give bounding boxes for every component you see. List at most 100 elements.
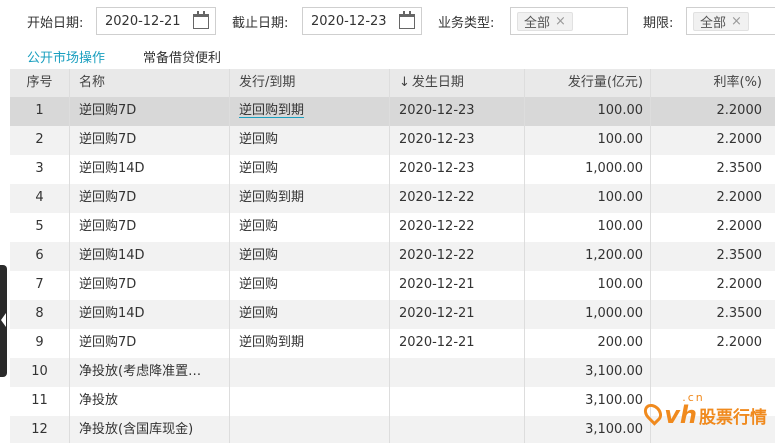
- end-date-input[interactable]: 2020-12-23: [302, 7, 422, 35]
- cell-date: 2020-12-22: [390, 242, 525, 271]
- cell-name: 逆回购14D: [70, 300, 230, 329]
- cell-issue-maturity: 逆回购: [230, 126, 390, 155]
- cell-amount: 100.00: [525, 126, 651, 155]
- calendar-icon[interactable]: [399, 11, 415, 29]
- cell-index: 1: [10, 97, 70, 126]
- issue-maturity-link[interactable]: 逆回购到期: [239, 103, 304, 118]
- cell-index: 2: [10, 126, 70, 155]
- header-name[interactable]: 名称: [70, 69, 230, 97]
- table-row[interactable]: 10 净投放(考虑降准置… 3,100.00: [10, 358, 775, 387]
- table-row[interactable]: 7 逆回购7D 逆回购 2020-12-21 100.00 2.2000: [10, 271, 775, 300]
- term-tag: 全部 ×: [693, 12, 749, 31]
- business-type-select[interactable]: 全部 ×: [510, 7, 628, 35]
- cell-issue-maturity: 逆回购到期: [230, 97, 390, 126]
- term-label: 期限:: [643, 16, 674, 31]
- cell-amount: 100.00: [525, 271, 651, 300]
- table-row[interactable]: 1 逆回购7D 逆回购到期 2020-12-23 100.00 2.2000: [10, 97, 775, 126]
- table-row[interactable]: 2 逆回购7D 逆回购 2020-12-23 100.00 2.2000: [10, 126, 775, 155]
- cell-date: 2020-12-23: [390, 97, 525, 126]
- business-type-label: 业务类型:: [438, 16, 495, 31]
- watermark-text: 股票行情: [699, 408, 767, 428]
- cell-name: 净投放(考虑降准置…: [70, 358, 230, 387]
- cell-rate: 2.2000: [716, 190, 763, 205]
- cell-issue-maturity: 逆回购: [230, 271, 390, 300]
- cell-issue-maturity: [230, 416, 390, 443]
- table-row[interactable]: 9 逆回购7D 逆回购到期 2020-12-21 200.00 2.2000: [10, 329, 775, 358]
- cell-date: 2020-12-22: [390, 213, 525, 242]
- cell-name: 逆回购7D: [70, 213, 230, 242]
- cell-issue-maturity: [230, 358, 390, 387]
- watermark-logo: vh .cn 股票行情: [640, 391, 767, 429]
- location-pin-icon: [640, 400, 666, 426]
- cell-date: 2020-12-21: [390, 271, 525, 300]
- cell-index: 10: [10, 358, 70, 387]
- cell-amount: 1,000.00: [525, 300, 651, 329]
- cell-name: 逆回购7D: [70, 184, 230, 213]
- panel-collapse-handle[interactable]: [0, 265, 7, 377]
- cell-index: 12: [10, 416, 70, 443]
- cell-rate: 2.3500: [716, 248, 763, 263]
- start-date-input[interactable]: 2020-12-21: [96, 7, 216, 35]
- table-row[interactable]: 6 逆回购14D 逆回购 2020-12-22 1,200.00 2.3500: [10, 242, 775, 271]
- cell-name: 逆回购7D: [70, 329, 230, 358]
- cell-amount: 3,100.00: [525, 358, 651, 387]
- table-row[interactable]: 4 逆回购7D 逆回购到期 2020-12-22 100.00 2.2000: [10, 184, 775, 213]
- cell-issue-maturity: 逆回购: [230, 155, 390, 184]
- cell-issue-maturity: 逆回购: [230, 300, 390, 329]
- cell-name: 逆回购7D: [70, 97, 230, 126]
- cell-date: [390, 358, 525, 387]
- close-icon[interactable]: ×: [731, 14, 742, 29]
- filter-bar: 开始日期: 2020-12-21 截止日期: 2020-12-23 业务类型: …: [0, 0, 775, 40]
- close-icon[interactable]: ×: [555, 14, 566, 29]
- cell-amount: 1,200.00: [525, 242, 651, 271]
- cell-issue-maturity: 逆回购: [230, 213, 390, 242]
- cell-amount: 100.00: [525, 97, 651, 126]
- cell-index: 8: [10, 300, 70, 329]
- end-date-value: 2020-12-23: [311, 14, 387, 29]
- table-row[interactable]: 8 逆回购14D 逆回购 2020-12-21 1,000.00 2.3500: [10, 300, 775, 329]
- tab-standing-lending[interactable]: 常备借贷便利: [143, 47, 221, 66]
- cell-rate: 2.2000: [716, 219, 763, 234]
- term-select[interactable]: 全部 ×: [686, 7, 775, 35]
- cell-rate: 2.2000: [716, 335, 763, 350]
- cell-name: 净投放(含国库现金): [70, 416, 230, 443]
- header-issue-maturity[interactable]: 发行/到期: [230, 69, 390, 97]
- end-date-label: 截止日期:: [232, 16, 289, 31]
- cell-issue-maturity: 逆回购到期: [230, 184, 390, 213]
- cell-name: 逆回购14D: [70, 242, 230, 271]
- cell-issue-maturity: 逆回购到期: [230, 329, 390, 358]
- cell-amount: 3,100.00: [525, 387, 651, 416]
- start-date-label: 开始日期:: [27, 16, 84, 31]
- start-date-value: 2020-12-21: [105, 14, 181, 29]
- cell-issue-maturity: 逆回购: [230, 242, 390, 271]
- business-type-tag-label: 全部: [524, 16, 551, 31]
- cell-rate: 2.2000: [716, 132, 763, 147]
- cell-index: 5: [10, 213, 70, 242]
- header-index[interactable]: 序号: [10, 69, 70, 97]
- cell-index: 11: [10, 387, 70, 416]
- cell-date: [390, 416, 525, 443]
- header-rate[interactable]: 利率(%): [651, 69, 775, 97]
- cell-date: 2020-12-21: [390, 300, 525, 329]
- table-row[interactable]: 3 逆回购14D 逆回购 2020-12-23 1,000.00 2.3500: [10, 155, 775, 184]
- cell-date: 2020-12-21: [390, 329, 525, 358]
- table-row[interactable]: 5 逆回购7D 逆回购 2020-12-22 100.00 2.2000: [10, 213, 775, 242]
- header-date[interactable]: ↓ 发生日期: [390, 69, 525, 97]
- cell-rate: 2.2000: [716, 103, 763, 118]
- header-amount[interactable]: 发行量(亿元): [525, 69, 651, 97]
- term-tag-label: 全部: [700, 16, 727, 31]
- header-date-label: 发生日期: [411, 75, 464, 90]
- cell-rate: 2.2000: [716, 277, 763, 292]
- watermark-vh: vh: [664, 401, 697, 429]
- sort-desc-icon: ↓: [399, 75, 410, 90]
- cell-name: 逆回购7D: [70, 126, 230, 155]
- tab-open-market[interactable]: 公开市场操作: [27, 47, 105, 66]
- cell-date: [390, 387, 525, 416]
- cell-index: 3: [10, 155, 70, 184]
- cell-rate: [651, 358, 775, 387]
- cell-name: 净投放: [70, 387, 230, 416]
- calendar-icon[interactable]: [193, 11, 209, 29]
- cell-index: 7: [10, 271, 70, 300]
- cell-date: 2020-12-23: [390, 126, 525, 155]
- cell-rate: 2.3500: [716, 306, 763, 321]
